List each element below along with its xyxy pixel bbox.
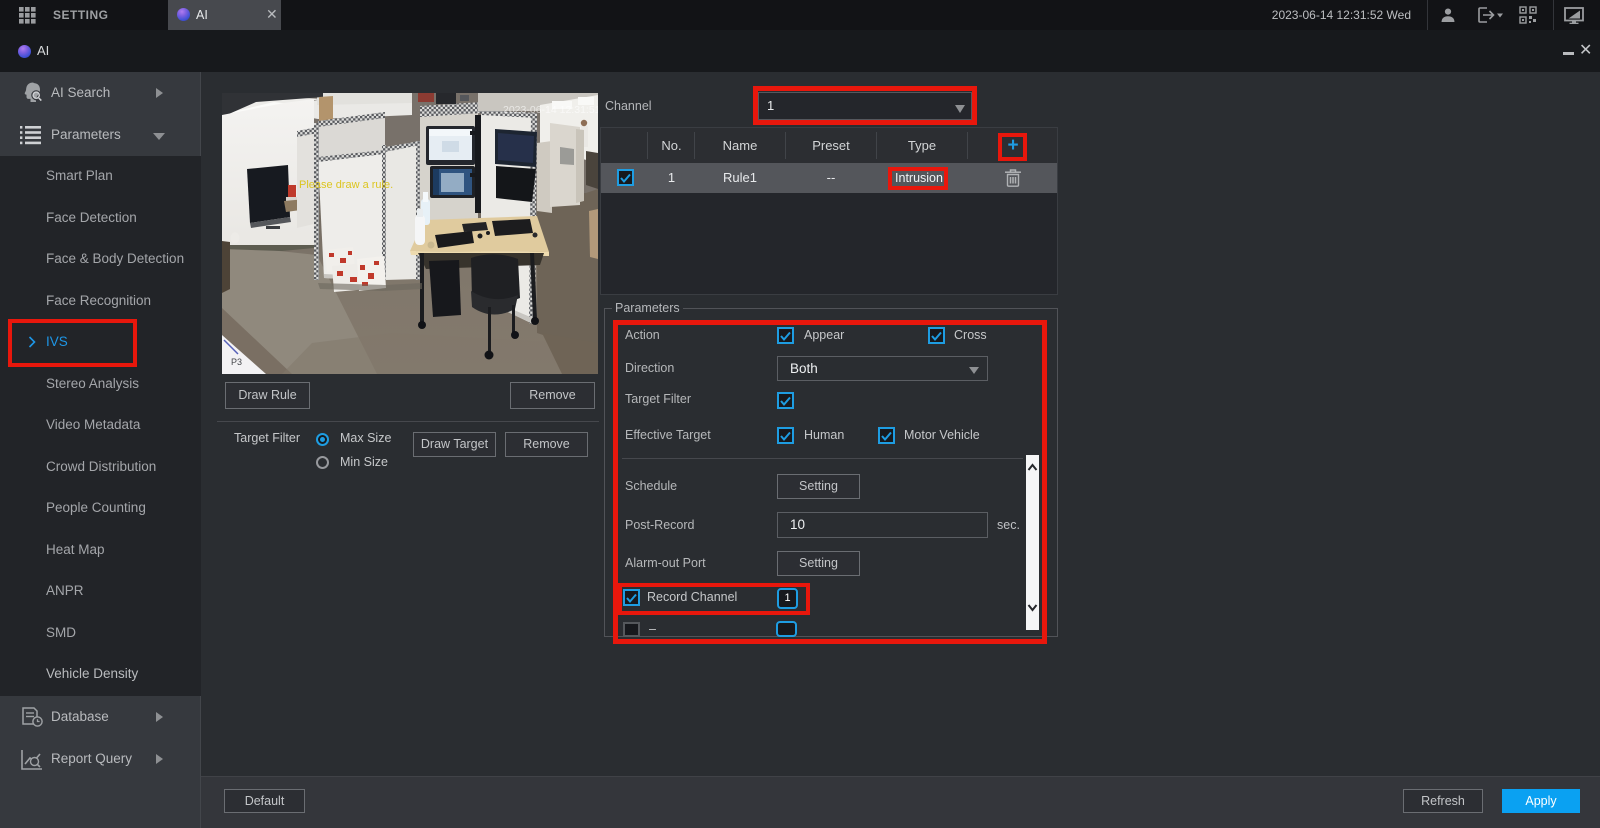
svg-text:Please draw a rule.: Please draw a rule. xyxy=(299,179,393,191)
svg-text:P3: P3 xyxy=(231,357,242,367)
svg-text:2023-06-14 12:31:51: 2023-06-14 12:31:51 xyxy=(503,104,598,116)
